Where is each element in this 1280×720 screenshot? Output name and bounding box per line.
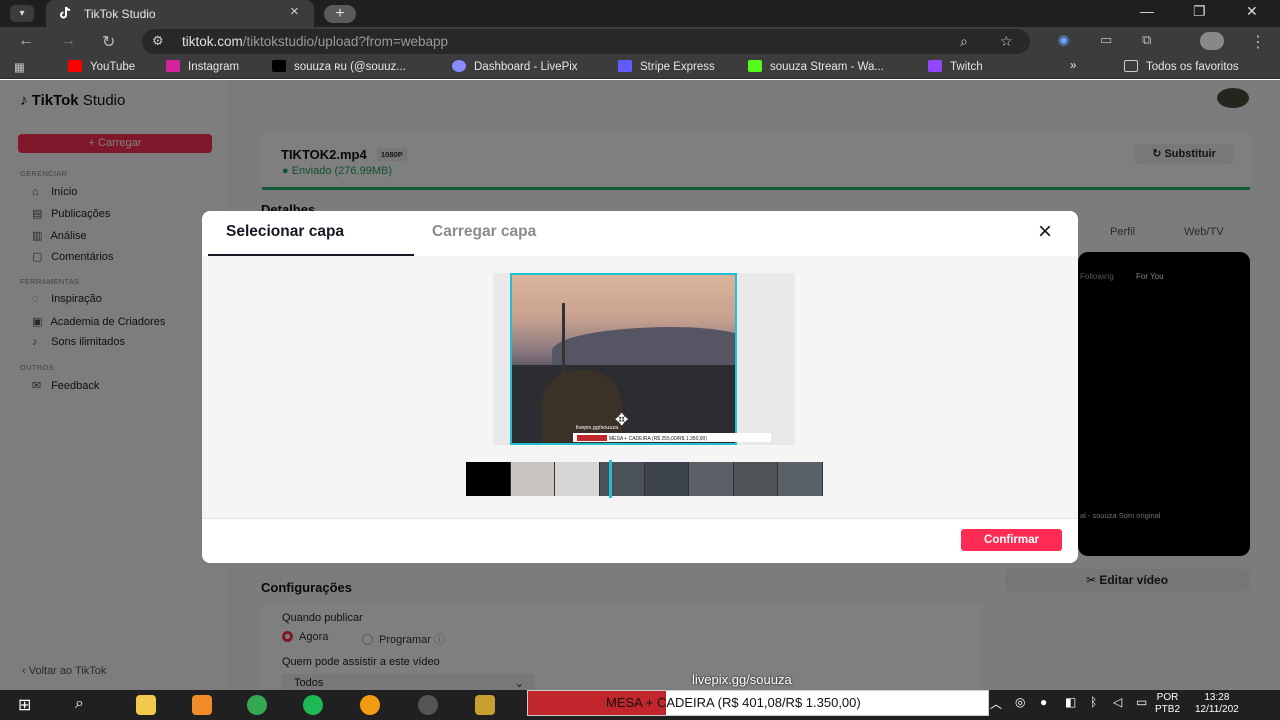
bookmark-stripe[interactable]: Stripe Express (618, 60, 715, 73)
move-icon[interactable]: ✥ (615, 410, 628, 430)
extensions-puzzle-icon[interactable]: ⧉ (1142, 32, 1151, 48)
reload-icon[interactable]: ↻ (102, 32, 115, 52)
close-icon[interactable]: × (1038, 220, 1052, 244)
extension-2-icon[interactable]: ▭ (1100, 32, 1112, 48)
discord-icon[interactable]: ◎ (1015, 695, 1035, 715)
site-info-icon[interactable]: ⚙ (152, 33, 164, 49)
tab-search-button[interactable]: ▾ (10, 5, 34, 22)
scene-mountain (552, 327, 735, 367)
x-icon (272, 60, 286, 72)
back-arrow-icon[interactable]: ← (18, 32, 34, 50)
restore-icon[interactable]: ❐ (1193, 3, 1206, 20)
search-icon[interactable]: ⌕ (75, 695, 95, 715)
frame-selector-handle[interactable] (609, 460, 612, 498)
chrome-icon[interactable] (247, 695, 267, 715)
browser-menu-icon[interactable]: ⋮ (1250, 32, 1266, 52)
windows-taskbar: ⊞ ⌕ MESA + CADEIRA (R$ 401,08/R$ 1.350,0… (0, 690, 1280, 720)
bookmark-star-icon[interactable]: ☆ (1000, 33, 1013, 50)
bookmark-kick[interactable]: souuza Stream - Wa... (748, 60, 884, 73)
address-bar[interactable]: ⚙ tiktok.com/tiktokstudio/upload?from=we… (142, 29, 1030, 54)
obs-icon[interactable] (418, 695, 438, 715)
film-frame (644, 462, 690, 496)
bookmark-livepix[interactable]: Dashboard - LivePix (452, 60, 578, 73)
profile-avatar[interactable] (1200, 32, 1224, 50)
system-clock[interactable]: 13:28 12/11/202 (1195, 692, 1239, 716)
app-3-icon[interactable] (475, 695, 495, 715)
film-frame (555, 462, 600, 496)
livepix-icon (452, 60, 466, 72)
tab-upload-cover[interactable]: Carregar capa (432, 223, 536, 241)
browser-tab[interactable]: TikTok Studio × (46, 0, 314, 27)
folder-icon (1124, 60, 1138, 72)
cover-preview: livepix.gg/souuza ✥ MESA + CADEIRA (R$ 2… (493, 273, 795, 445)
bookmarks-overflow-button[interactable]: » (1070, 60, 1076, 72)
bluetooth-icon[interactable]: ᛒ (1090, 695, 1110, 715)
bookmark-instagram[interactable]: Instagram (166, 60, 239, 73)
film-frame (689, 462, 734, 496)
new-tab-button[interactable]: + (324, 5, 356, 23)
cover-modal: Selecionar capa Carregar capa × livepix.… (202, 211, 1078, 563)
tab-close-icon[interactable]: × (290, 3, 299, 20)
tray-icon[interactable]: ● (1040, 695, 1060, 715)
bookmark-x[interactable]: souuza ʀu (@souuz... (272, 60, 406, 73)
bookmark-youtube[interactable]: YouTube (68, 60, 135, 73)
spotify-icon[interactable] (303, 695, 323, 715)
film-frame (599, 462, 645, 496)
window-close-icon[interactable]: ✕ (1246, 3, 1258, 20)
tab-select-cover[interactable]: Selecionar capa (226, 223, 344, 241)
confirm-button[interactable]: Confirmar (961, 529, 1062, 551)
windows-start-icon[interactable]: ⊞ (18, 695, 38, 715)
kick-icon (748, 60, 762, 72)
film-frame (466, 462, 511, 496)
browser-tab-bar: ▾ TikTok Studio × + — ❐ ✕ (0, 0, 1280, 27)
film-frame (778, 462, 823, 496)
input-language[interactable]: POR PTB2 (1155, 692, 1180, 716)
tab-title: TikTok Studio (84, 7, 156, 21)
apps-grid-icon[interactable]: ▦ (14, 60, 25, 74)
app-icon[interactable] (192, 695, 212, 715)
bookmarks-bar: ▦ YouTube Instagram souuza ʀu (@souuz...… (0, 56, 1280, 79)
stream-donation-bar: MESA + CADEIRA (R$ 401,08/R$ 1.350,00) (527, 690, 989, 716)
tray-overflow-icon[interactable]: ︿ (990, 695, 1010, 715)
stream-overlay-url: livepix.gg/souuza (692, 672, 792, 687)
volume-icon[interactable]: ◁ (1113, 695, 1133, 715)
minimize-icon[interactable]: — (1140, 3, 1154, 19)
zoom-icon[interactable]: ⌕ (960, 33, 968, 50)
youtube-icon (68, 60, 82, 72)
cover-editor: livepix.gg/souuza ✥ MESA + CADEIRA (R$ 2… (202, 256, 1078, 518)
network-icon[interactable]: ◧ (1065, 695, 1085, 715)
url-text: tiktok.com/tiktokstudio/upload?from=weba… (182, 34, 449, 49)
scene-lamp-pole (562, 303, 565, 378)
tiktok-icon (60, 6, 71, 19)
stripe-icon (618, 60, 632, 72)
cover-caption: livepix.gg/souuza (576, 425, 619, 431)
instagram-icon (166, 60, 180, 72)
forward-arrow-icon[interactable]: → (60, 32, 76, 50)
modal-divider (202, 518, 1078, 519)
film-frame (733, 462, 779, 496)
cover-donation-bar: MESA + CADEIRA (R$ 255,00/R$ 1.350,00) (573, 433, 771, 442)
cover-crop-frame[interactable]: livepix.gg/souuza ✥ (510, 273, 737, 445)
file-explorer-icon[interactable] (136, 695, 156, 715)
all-bookmarks-folder[interactable]: Todos os favoritos (1124, 60, 1239, 73)
battery-icon[interactable]: ▭ (1136, 695, 1156, 715)
extension-icon[interactable]: ◉ (1058, 32, 1069, 48)
bookmark-twitch[interactable]: Twitch (928, 60, 983, 73)
browser-toolbar: ← → ↻ ⚙ tiktok.com/tiktokstudio/upload?f… (0, 27, 1280, 56)
frame-filmstrip[interactable] (466, 462, 823, 496)
film-frame (510, 462, 556, 496)
app-2-icon[interactable] (360, 695, 380, 715)
twitch-icon (928, 60, 942, 72)
